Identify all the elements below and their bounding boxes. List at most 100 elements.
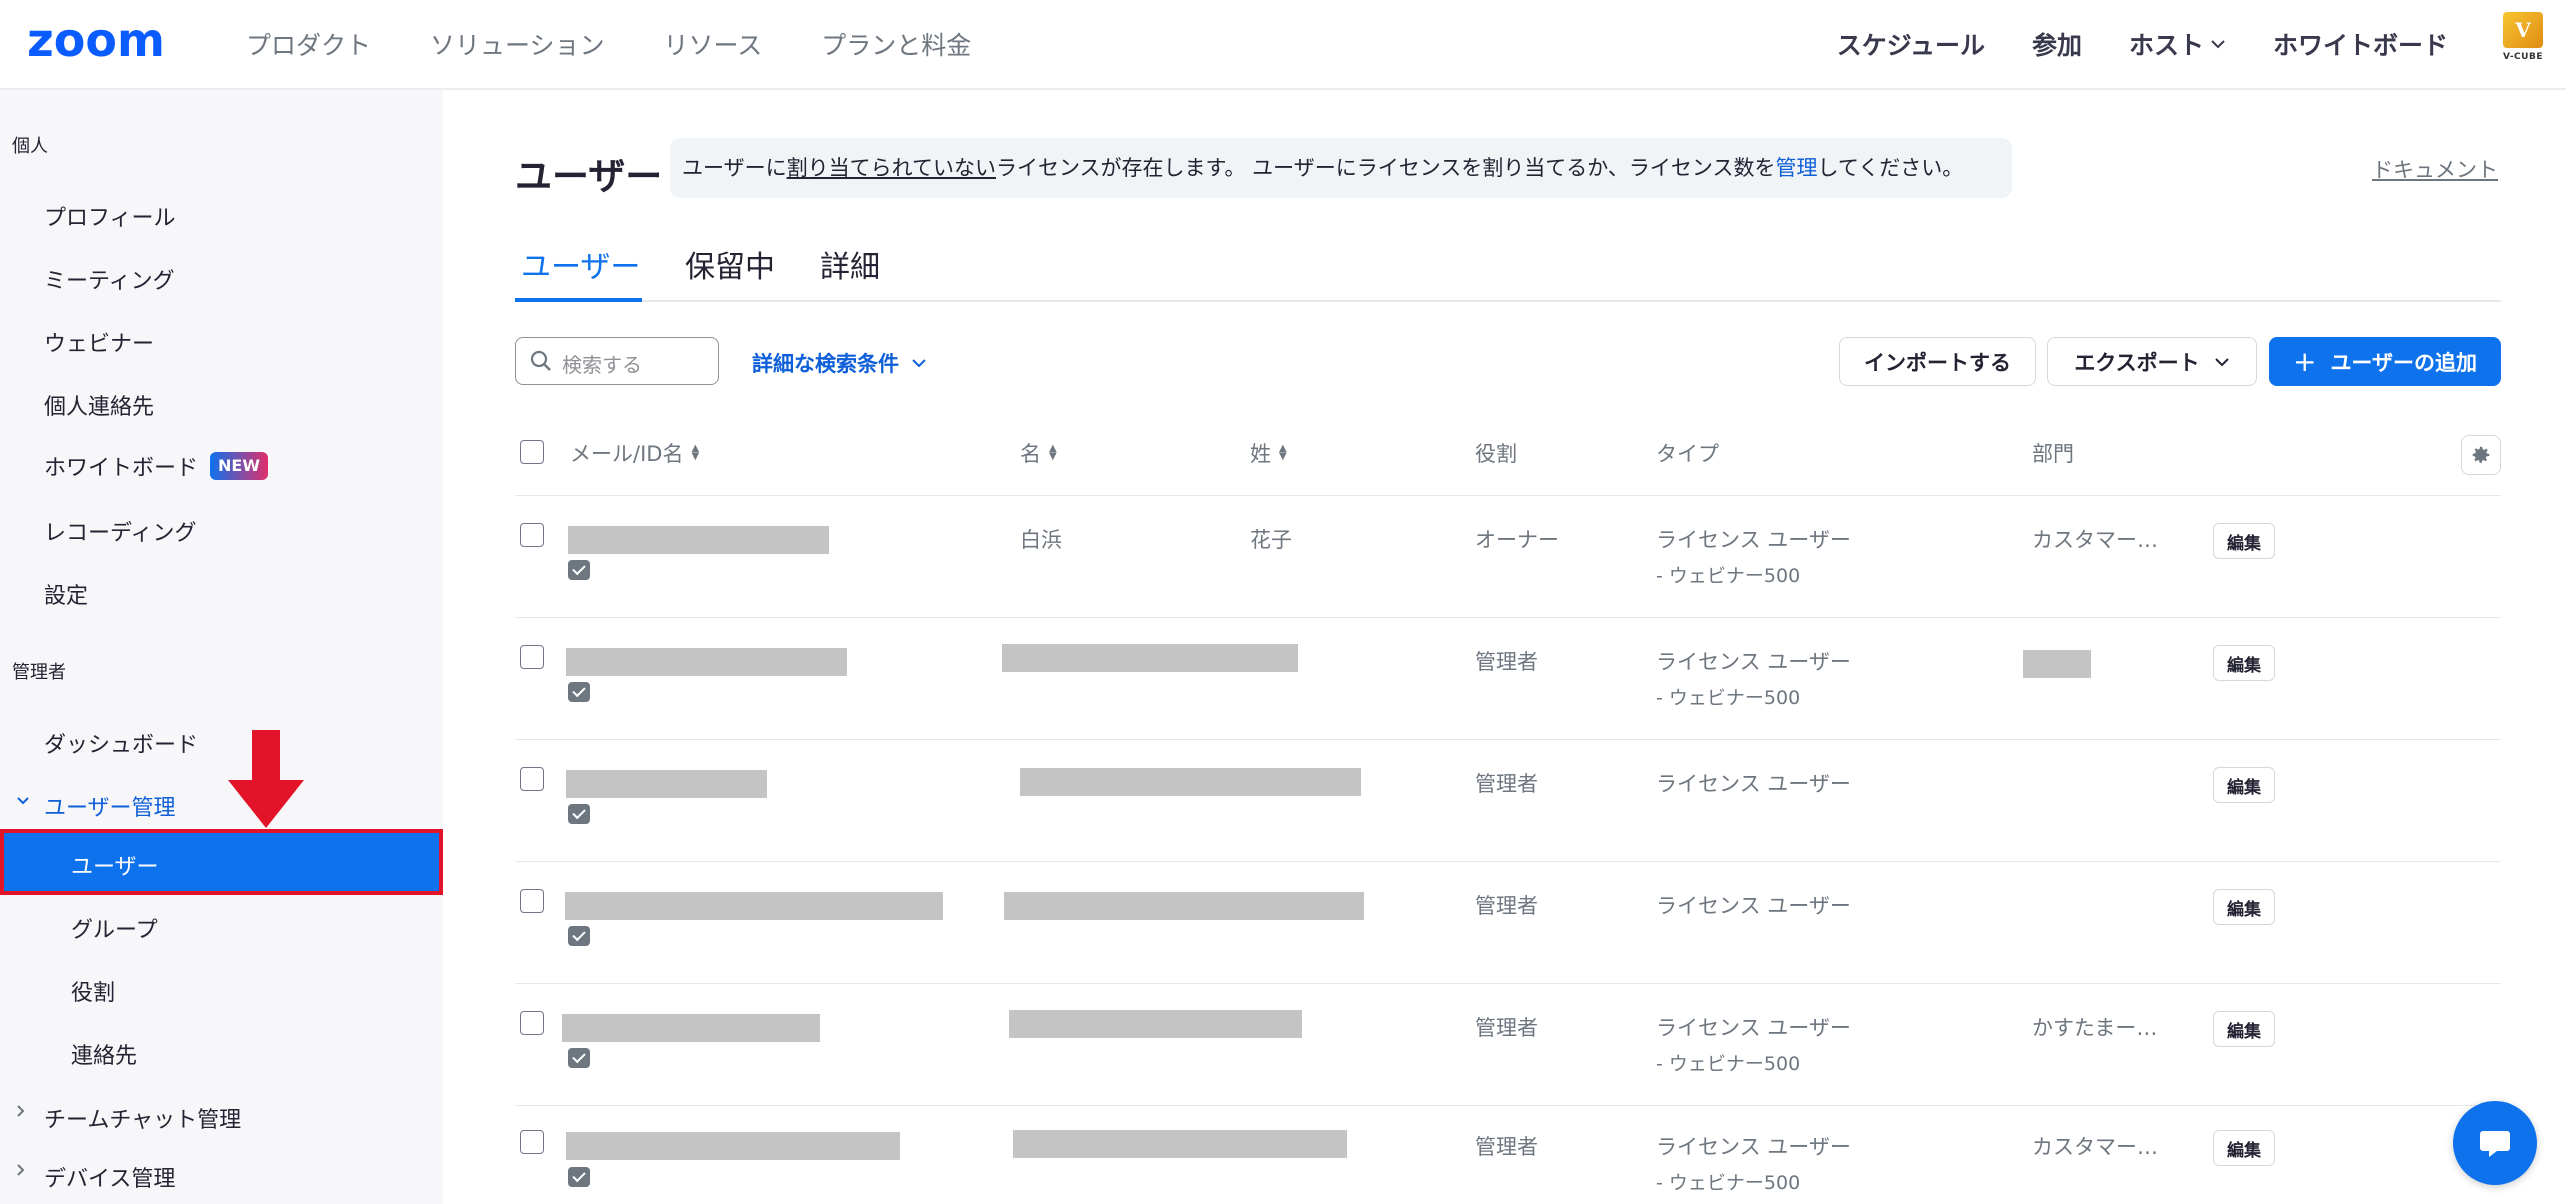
- nav-join[interactable]: 参加: [2032, 26, 2082, 62]
- notice-text: してください。: [1817, 156, 1964, 180]
- type-cell: ライセンス ユーザー: [1656, 1016, 1851, 1040]
- chevron-down-icon: [17, 797, 29, 805]
- nav-host-label: ホスト: [2128, 31, 2204, 60]
- sidebar-item-users[interactable]: ユーザー: [0, 829, 443, 895]
- tab-advanced[interactable]: 詳細: [820, 242, 880, 286]
- notice-unassigned-link[interactable]: 割り当てられていない: [787, 156, 996, 180]
- chat-support-button[interactable]: [2453, 1101, 2537, 1185]
- sidebar-item-profile[interactable]: プロフィール: [44, 200, 176, 232]
- chevron-down-icon: [2214, 357, 2229, 366]
- nav-host[interactable]: ホスト: [2129, 26, 2226, 62]
- notice-text: ユーザーに: [682, 156, 787, 180]
- sidebar-item-roles[interactable]: 役割: [71, 975, 115, 1007]
- row-checkbox[interactable]: [520, 645, 544, 669]
- column-settings-button[interactable]: [2461, 435, 2501, 475]
- nav-whiteboard[interactable]: ホワイトボード: [2273, 26, 2448, 62]
- table-row[interactable]: 管理者 ライセンス ユーザー 編集: [515, 862, 2501, 984]
- license-notice-banner: ユーザーに割り当てられていないライセンスが存在します。 ユーザーにライセンスを割…: [670, 138, 2012, 198]
- redacted-department: [2023, 650, 2091, 678]
- sort-icon: ▲ ▼: [691, 443, 700, 462]
- vcube-logo-text: V-CUBE: [2503, 52, 2543, 62]
- table-row[interactable]: 管理者 ライセンス ユーザー 編集: [515, 740, 2501, 862]
- export-button[interactable]: エクスポート: [2047, 337, 2257, 386]
- department-cell: カスタマー…: [2032, 1135, 2158, 1159]
- edit-button[interactable]: 編集: [2213, 767, 2275, 803]
- redacted-name: [1004, 892, 1364, 920]
- mail-icon: [568, 926, 590, 946]
- sidebar-item-groups[interactable]: グループ: [71, 912, 158, 944]
- role-cell: 管理者: [1475, 894, 1538, 918]
- vcube-partner-logo: V V-CUBE: [2500, 12, 2546, 68]
- last-name-cell: 花子: [1250, 528, 1292, 552]
- redacted-name: [1009, 1010, 1302, 1038]
- table-row[interactable]: 管理者 ライセンス ユーザー - ウェビナー500 編集: [515, 618, 2501, 740]
- search-icon: [530, 350, 551, 371]
- chevron-down-icon: [912, 359, 926, 368]
- sidebar-item-webinars[interactable]: ウェビナー: [44, 326, 154, 358]
- search-input[interactable]: 検索する: [515, 337, 719, 385]
- mail-icon: [568, 804, 590, 824]
- documentation-link[interactable]: ドキュメント: [2372, 154, 2498, 184]
- sidebar-heading-admin: 管理者: [12, 662, 66, 683]
- sidebar-item-user-management[interactable]: ユーザー管理: [44, 790, 176, 822]
- nav-resources[interactable]: リソース: [664, 26, 763, 62]
- active-tab-indicator: [515, 298, 642, 302]
- sidebar-heading-personal: 個人: [12, 136, 48, 157]
- nav-pricing[interactable]: プランと料金: [821, 26, 971, 62]
- chevron-right-icon: [17, 1164, 25, 1176]
- column-header-first-name[interactable]: 名 ▲ ▼: [1020, 438, 1057, 468]
- table-row[interactable]: 管理者 ライセンス ユーザー - ウェビナー500 カスタマー… 編集: [515, 1106, 2501, 1204]
- sort-icon: ▲ ▼: [1049, 443, 1057, 462]
- type-sub-cell: - ウェビナー500: [1656, 687, 1801, 709]
- edit-button[interactable]: 編集: [2213, 523, 2275, 559]
- import-button[interactable]: インポートする: [1839, 337, 2036, 386]
- select-all-checkbox[interactable]: [520, 440, 544, 464]
- nav-solutions[interactable]: ソリューション: [430, 26, 605, 62]
- row-checkbox[interactable]: [520, 1130, 544, 1154]
- sidebar-item-whiteboards[interactable]: ホワイトボード NEW: [44, 450, 268, 482]
- sidebar-item-contacts[interactable]: 連絡先: [71, 1038, 137, 1070]
- redacted-name: [1020, 768, 1361, 796]
- advanced-search-toggle[interactable]: 詳細な検索条件: [752, 348, 927, 378]
- row-checkbox[interactable]: [520, 767, 544, 791]
- role-cell: 管理者: [1475, 1135, 1538, 1159]
- sidebar-item-meetings[interactable]: ミーティング: [44, 263, 175, 295]
- row-checkbox[interactable]: [520, 889, 544, 913]
- column-header-email[interactable]: メール/ID名 ▲ ▼: [570, 438, 699, 468]
- table-header: メール/ID名 ▲ ▼ 名 ▲ ▼ 姓 ▲ ▼ 役割 タイプ 部門: [515, 420, 2501, 496]
- edit-button[interactable]: 編集: [2213, 645, 2275, 681]
- sidebar-item-device-management[interactable]: デバイス管理: [44, 1161, 175, 1193]
- row-checkbox[interactable]: [520, 523, 544, 547]
- zoom-logo[interactable]: zoom: [27, 16, 193, 64]
- edit-button[interactable]: 編集: [2213, 889, 2275, 925]
- column-header-last-name[interactable]: 姓 ▲ ▼: [1250, 438, 1287, 468]
- sidebar-item-team-chat-management[interactable]: チームチャット管理: [44, 1102, 241, 1134]
- redacted-name: [1002, 644, 1298, 672]
- row-checkbox[interactable]: [520, 1011, 544, 1035]
- gear-icon: [2472, 446, 2490, 463]
- tab-pending[interactable]: 保留中: [685, 242, 775, 286]
- sidebar-item-dashboard[interactable]: ダッシュボード: [44, 727, 198, 759]
- type-sub-cell: - ウェビナー500: [1656, 1053, 1801, 1075]
- type-cell: ライセンス ユーザー: [1656, 650, 1851, 674]
- table-row[interactable]: 管理者 ライセンス ユーザー - ウェビナー500 かすたまー… 編集: [515, 984, 2501, 1106]
- notice-manage-link[interactable]: 管理: [1775, 156, 1817, 180]
- edit-button[interactable]: 編集: [2213, 1130, 2275, 1166]
- svg-text:zoom: zoom: [27, 16, 165, 64]
- search-placeholder: 検索する: [562, 353, 642, 377]
- sidebar-item-personal-contacts[interactable]: 個人連絡先: [44, 389, 154, 421]
- edit-button[interactable]: 編集: [2213, 1011, 2275, 1047]
- add-user-button[interactable]: + ユーザーの追加: [2269, 337, 2501, 386]
- nav-product[interactable]: プロダクト: [246, 26, 371, 62]
- sidebar-item-recordings[interactable]: レコーディング: [44, 515, 196, 547]
- column-header-label: メール/ID名: [570, 442, 684, 466]
- chevron-right-icon: [17, 1105, 25, 1117]
- nav-schedule[interactable]: スケジュール: [1837, 26, 1985, 62]
- chat-bubble-icon: [2480, 1131, 2510, 1157]
- tab-users[interactable]: ユーザー: [521, 242, 640, 286]
- sidebar-item-label: ホワイトボード: [44, 456, 199, 481]
- table-row[interactable]: 白浜 花子 オーナー ライセンス ユーザー - ウェビナー500 カスタマー… …: [515, 496, 2501, 618]
- type-cell: ライセンス ユーザー: [1656, 772, 1851, 796]
- redacted-email: [565, 892, 943, 920]
- sidebar-item-settings[interactable]: 設定: [44, 578, 88, 610]
